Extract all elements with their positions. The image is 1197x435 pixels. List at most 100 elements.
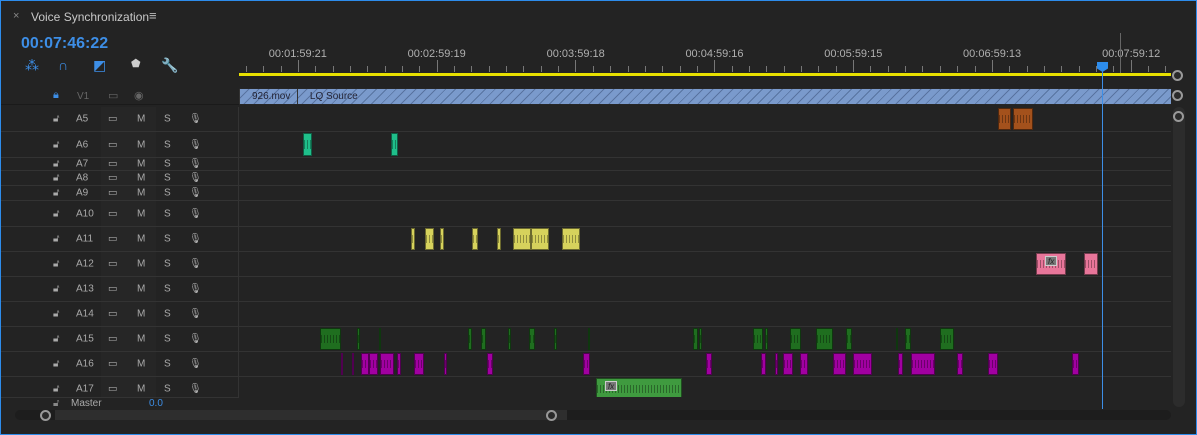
audio-clip[interactable]	[1084, 253, 1099, 275]
playhead-line[interactable]	[1102, 65, 1103, 409]
audio-clip[interactable]	[815, 328, 834, 350]
solo-button[interactable]: S	[164, 188, 171, 199]
audio-clip[interactable]	[939, 328, 955, 350]
scroll-thumb[interactable]	[55, 410, 567, 420]
lock-icon[interactable]: 🔓︎	[53, 188, 59, 199]
lock-icon[interactable]: 🔓︎	[53, 208, 59, 219]
audio-clip[interactable]: fx	[1036, 253, 1067, 275]
solo-button[interactable]: S	[164, 334, 171, 345]
lock-icon[interactable]: 🔓︎	[53, 284, 59, 295]
sync-lock-icon[interactable]: ▭	[108, 89, 118, 102]
panel-menu-icon[interactable]: ≡	[149, 8, 157, 23]
master-volume[interactable]: 0.0	[149, 398, 163, 410]
audio-clip[interactable]	[1012, 108, 1034, 130]
audio-clip[interactable]	[380, 353, 394, 375]
voiceover-record-icon[interactable]: 🎙︎	[189, 334, 202, 345]
audio-clip[interactable]	[352, 353, 355, 375]
video-clip[interactable]: 926.mov	[239, 89, 297, 104]
audio-clip[interactable]	[587, 328, 590, 350]
audio-clip[interactable]	[1072, 353, 1079, 375]
audio-clip[interactable]	[481, 328, 486, 350]
audio-clip[interactable]	[706, 353, 712, 375]
sync-lock-icon[interactable]: ▭	[108, 208, 117, 219]
audio-clip[interactable]	[998, 108, 1012, 130]
lock-icon[interactable]: 🔓︎	[53, 139, 59, 150]
add-marker-icon[interactable]: ⬟	[131, 57, 141, 70]
audio-clip[interactable]	[911, 353, 936, 375]
lock-icon[interactable]: 🔓︎	[53, 173, 59, 184]
snap-magnet-icon[interactable]: ∩	[58, 57, 68, 73]
solo-button[interactable]: S	[164, 173, 171, 184]
audio-clip[interactable]	[440, 228, 445, 250]
sync-lock-icon[interactable]: ▭	[108, 384, 117, 395]
audio-clip[interactable]	[369, 353, 379, 375]
audio-clip[interactable]	[905, 328, 911, 350]
lock-icon[interactable]: 🔓︎	[53, 384, 59, 395]
voiceover-record-icon[interactable]: 🎙︎	[189, 114, 202, 125]
mute-button[interactable]: M	[137, 208, 145, 219]
audio-clip[interactable]	[472, 228, 479, 250]
audio-clip[interactable]	[800, 353, 809, 375]
audio-clip[interactable]	[896, 328, 899, 350]
master-lock-icon[interactable]: 🔓︎	[53, 398, 59, 410]
audio-clip[interactable]	[391, 133, 398, 156]
audio-clip[interactable]	[846, 328, 853, 350]
sync-lock-icon[interactable]: ▭	[108, 139, 117, 150]
audio-clip[interactable]	[554, 328, 557, 350]
sync-lock-icon[interactable]: ▭	[108, 284, 117, 295]
horizontal-scrollbar[interactable]	[15, 410, 1171, 421]
v-zoom-knob[interactable]	[1172, 90, 1183, 101]
voiceover-record-icon[interactable]: 🎙︎	[189, 188, 202, 199]
lock-icon[interactable]: 🔓︎	[53, 334, 59, 345]
mute-button[interactable]: M	[137, 188, 145, 199]
voiceover-record-icon[interactable]: 🎙︎	[189, 234, 202, 245]
audio-clip[interactable]	[783, 353, 794, 375]
voiceover-record-icon[interactable]: 🎙︎	[189, 208, 202, 219]
vertical-scrollbar[interactable]	[1173, 107, 1185, 407]
solo-button[interactable]: S	[164, 284, 171, 295]
v-zoom-knob[interactable]	[1172, 70, 1183, 81]
audio-clip[interactable]	[752, 328, 764, 350]
solo-button[interactable]: S	[164, 139, 171, 150]
sync-lock-icon[interactable]: ▭	[108, 159, 117, 170]
mute-button[interactable]: M	[137, 139, 145, 150]
scroll-handle-left[interactable]	[40, 410, 51, 421]
audio-clip[interactable]	[790, 328, 802, 350]
audio-clip[interactable]	[583, 353, 591, 375]
time-ruler[interactable]: 00:01:59:21 00:02:59:19 00:03:59:18 00:04:5…	[239, 41, 1171, 76]
lock-icon[interactable]: 🔓︎	[53, 234, 59, 245]
audio-clip[interactable]	[486, 353, 493, 375]
audio-clip[interactable]	[340, 353, 344, 375]
audio-clip[interactable]	[761, 353, 767, 375]
audio-clip[interactable]	[765, 328, 769, 350]
voiceover-record-icon[interactable]: 🎙︎	[189, 159, 202, 170]
audio-clip[interactable]	[513, 228, 531, 250]
solo-button[interactable]: S	[164, 114, 171, 125]
lock-icon[interactable]: 🔓︎	[53, 259, 59, 270]
lock-icon[interactable]: 🔒︎	[53, 89, 59, 102]
audio-clip[interactable]	[529, 328, 536, 350]
audio-clip[interactable]	[988, 353, 999, 375]
audio-clip[interactable]	[361, 353, 370, 375]
mute-button[interactable]: M	[137, 359, 145, 370]
sync-lock-icon[interactable]: ▭	[108, 114, 117, 125]
wrench-settings-icon[interactable]: 🔧	[161, 57, 178, 74]
sync-lock-icon[interactable]: ▭	[108, 234, 117, 245]
mute-button[interactable]: M	[137, 284, 145, 295]
playhead-timecode[interactable]: 00:07:46:22	[21, 35, 108, 53]
audio-clip[interactable]	[692, 328, 699, 350]
audio-clip[interactable]	[378, 328, 382, 350]
voiceover-record-icon[interactable]: 🎙︎	[189, 384, 202, 395]
solo-button[interactable]: S	[164, 208, 171, 219]
solo-button[interactable]: S	[164, 259, 171, 270]
audio-clip[interactable]	[530, 228, 550, 250]
audio-clip[interactable]	[698, 328, 702, 350]
voiceover-record-icon[interactable]: 🎙︎	[189, 139, 202, 150]
sequence-tab-title[interactable]: Voice Synchronization	[31, 10, 149, 24]
mute-button[interactable]: M	[137, 173, 145, 184]
eye-icon[interactable]: ◉	[134, 89, 144, 102]
sync-lock-icon[interactable]: ▭	[108, 334, 117, 345]
mute-button[interactable]: M	[137, 309, 145, 320]
audio-clip[interactable]	[302, 133, 312, 156]
lock-icon[interactable]: 🔓︎	[53, 309, 59, 320]
